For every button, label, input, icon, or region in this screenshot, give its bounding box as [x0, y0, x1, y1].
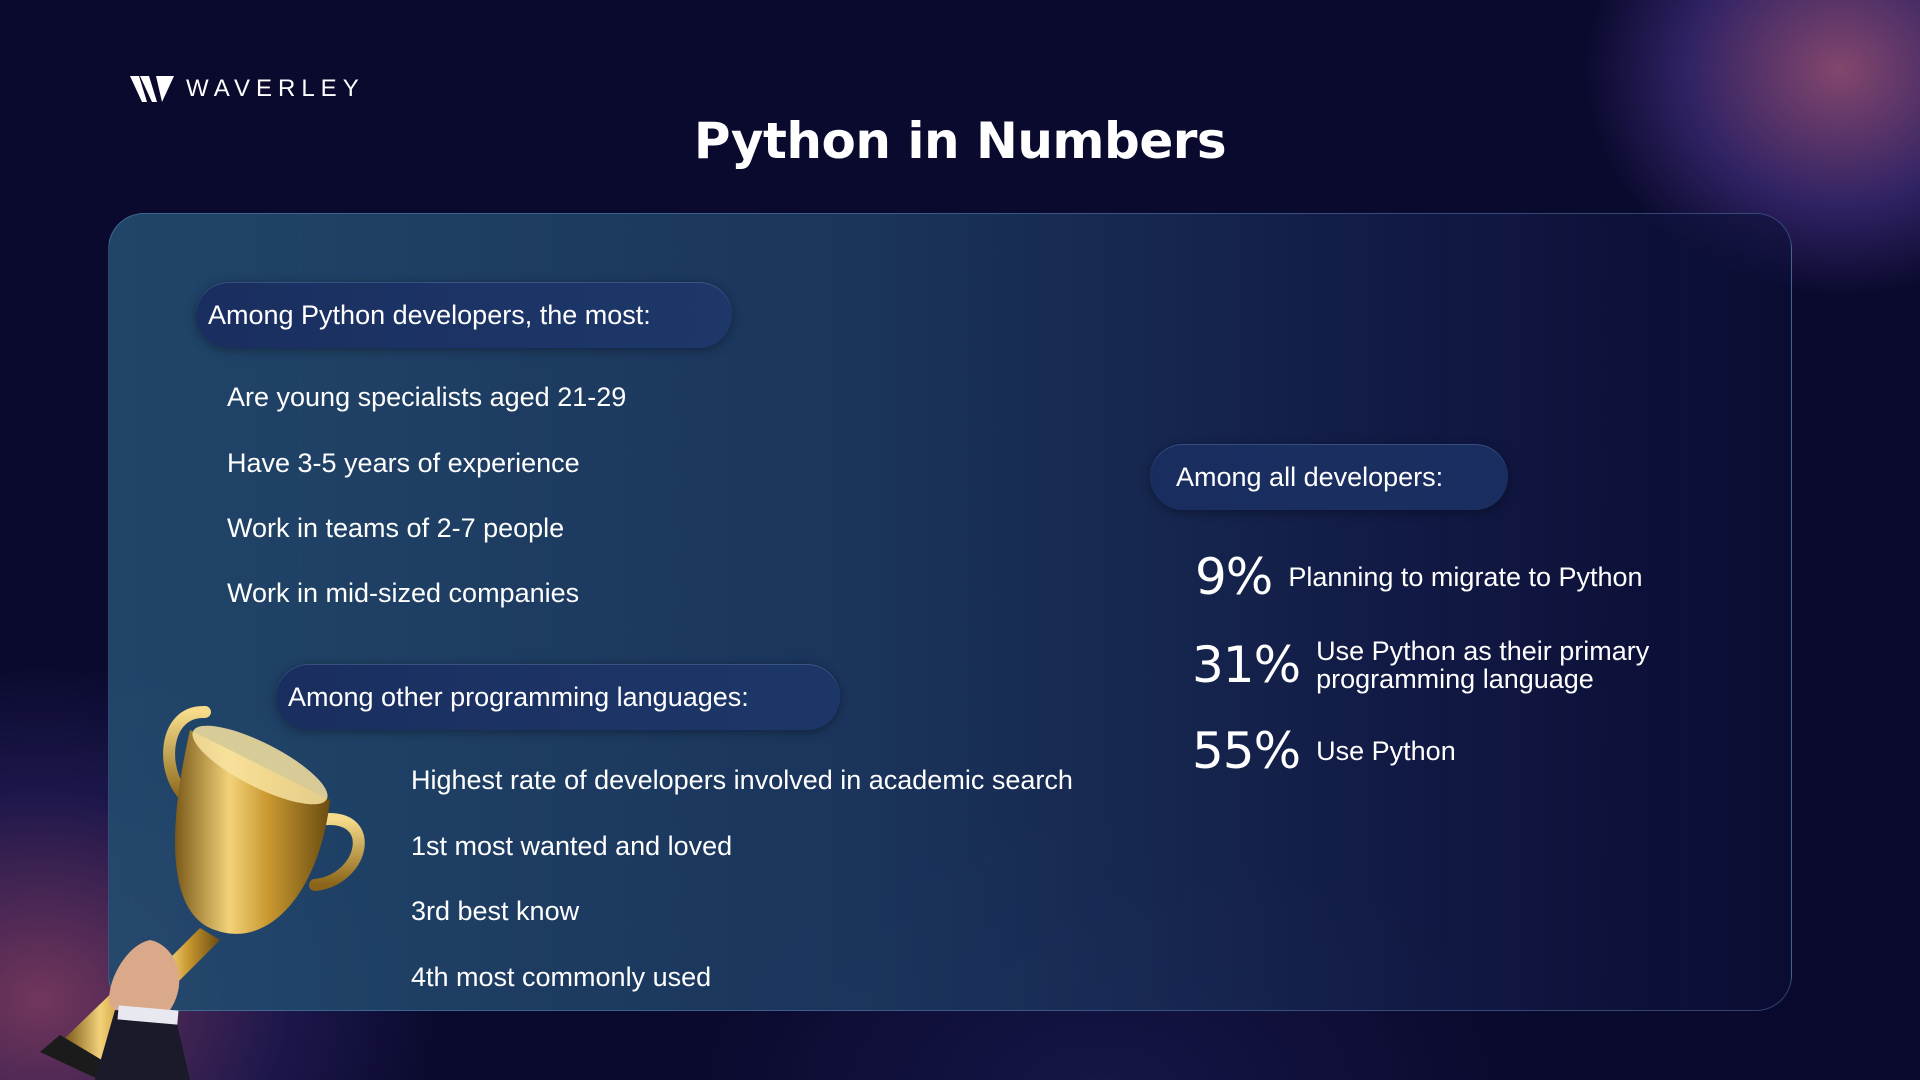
all-developers-heading: Among all developers:	[1150, 444, 1508, 510]
brand-name: WAVERLEY	[186, 75, 365, 102]
page-title: Python in Numbers	[693, 112, 1227, 170]
brand-logo: WAVERLEY	[130, 72, 365, 106]
stat-migrate: 9% Planning to migrate to Python	[1195, 548, 1643, 606]
python-developers-item: Are young specialists aged 21-29	[227, 382, 627, 412]
python-developers-heading: Among Python developers, the most:	[196, 282, 732, 348]
stat-use-python: 55% Use Python	[1192, 722, 1456, 780]
stat-value: 55%	[1192, 722, 1301, 780]
stat-label: Use Python as their primary programming …	[1316, 636, 1650, 694]
stat-value: 9%	[1195, 548, 1273, 606]
slide: WAVERLEY Python in Numbers Among Python …	[0, 0, 1920, 1080]
stat-primary: 31% Use Python as their primary programm…	[1192, 636, 1649, 694]
python-developers-item: Work in teams of 2-7 people	[227, 513, 565, 543]
stat-label: Planning to migrate to Python	[1288, 562, 1643, 592]
python-developers-heading-text: Among Python developers, the most:	[208, 299, 651, 330]
python-developers-item: Have 3-5 years of experience	[227, 448, 580, 478]
waverley-w-logo-icon	[130, 76, 174, 102]
other-languages-item: 4th most commonly used	[411, 962, 712, 992]
trophy-icon	[40, 705, 365, 1080]
stat-value: 31%	[1192, 636, 1301, 694]
all-developers-heading-text: Among all developers:	[1176, 461, 1444, 492]
python-developers-item: Work in mid-sized companies	[227, 578, 580, 608]
stat-label: Use Python	[1316, 736, 1456, 766]
other-languages-item: Highest rate of developers involved in a…	[411, 765, 1073, 795]
other-languages-item: 1st most wanted and loved	[411, 831, 733, 861]
other-languages-item: 3rd best know	[411, 896, 580, 926]
